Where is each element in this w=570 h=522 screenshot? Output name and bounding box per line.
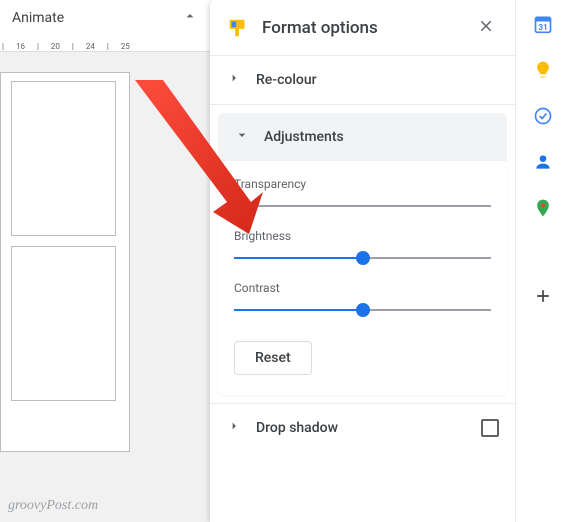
contrast-group: Contrast (234, 281, 491, 311)
slider-thumb[interactable] (356, 303, 370, 317)
maps-icon[interactable] (533, 198, 553, 218)
chevron-right-icon (226, 418, 242, 438)
panel-title: Format options (262, 18, 473, 38)
slider-fill (234, 309, 363, 311)
keep-icon[interactable] (533, 60, 553, 80)
section-adjustments: Adjustments Transparency Brightness Cont… (210, 113, 515, 395)
ruler: | 16 | 20 | 24 | 25 (0, 36, 210, 52)
section-recolour: Re-colour (210, 56, 515, 105)
contrast-slider[interactable] (234, 309, 491, 311)
format-options-panel: Format options Re-colour Adjustments Tra… (210, 0, 515, 522)
image-placeholder[interactable] (11, 81, 116, 236)
adjustments-header[interactable]: Adjustments (218, 113, 507, 161)
chevron-down-icon (234, 127, 250, 147)
slider-thumb[interactable] (356, 251, 370, 265)
adjustments-title: Adjustments (264, 129, 491, 145)
svg-text:31: 31 (538, 23, 548, 33)
side-panel: 31 (515, 0, 570, 522)
slide[interactable] (0, 72, 130, 452)
section-drop-shadow[interactable]: Drop shadow (210, 403, 515, 452)
brightness-slider[interactable] (234, 257, 491, 259)
slider-fill (234, 257, 363, 259)
transparency-slider[interactable] (234, 205, 491, 207)
panel-header: Format options (210, 0, 515, 56)
chevron-right-icon (226, 70, 242, 90)
animate-button[interactable]: Animate (12, 10, 182, 26)
reset-button[interactable]: Reset (234, 341, 312, 375)
transparency-label: Transparency (234, 177, 491, 191)
brightness-label: Brightness (234, 229, 491, 243)
watermark: groovyPost.com (8, 498, 98, 514)
tasks-icon[interactable] (533, 106, 553, 126)
transparency-group: Transparency (234, 177, 491, 207)
drop-shadow-title: Drop shadow (256, 420, 481, 436)
contrast-label: Contrast (234, 281, 491, 295)
adjustments-body: Transparency Brightness Contrast (218, 161, 507, 395)
main-toolbar: Animate (0, 0, 210, 36)
image-placeholder[interactable] (11, 246, 116, 401)
brightness-group: Brightness (234, 229, 491, 259)
add-icon[interactable] (533, 286, 553, 306)
calendar-icon[interactable]: 31 (533, 14, 553, 34)
format-icon (226, 16, 250, 40)
recolour-title: Re-colour (256, 72, 499, 88)
chevron-up-icon[interactable] (182, 8, 198, 28)
close-icon[interactable] (473, 13, 499, 43)
drop-shadow-checkbox[interactable] (481, 419, 499, 437)
contacts-icon[interactable] (533, 152, 553, 172)
slide-canvas: groovyPost.com (0, 52, 210, 522)
recolour-header[interactable]: Re-colour (210, 56, 515, 104)
slider-thumb[interactable] (227, 199, 241, 213)
